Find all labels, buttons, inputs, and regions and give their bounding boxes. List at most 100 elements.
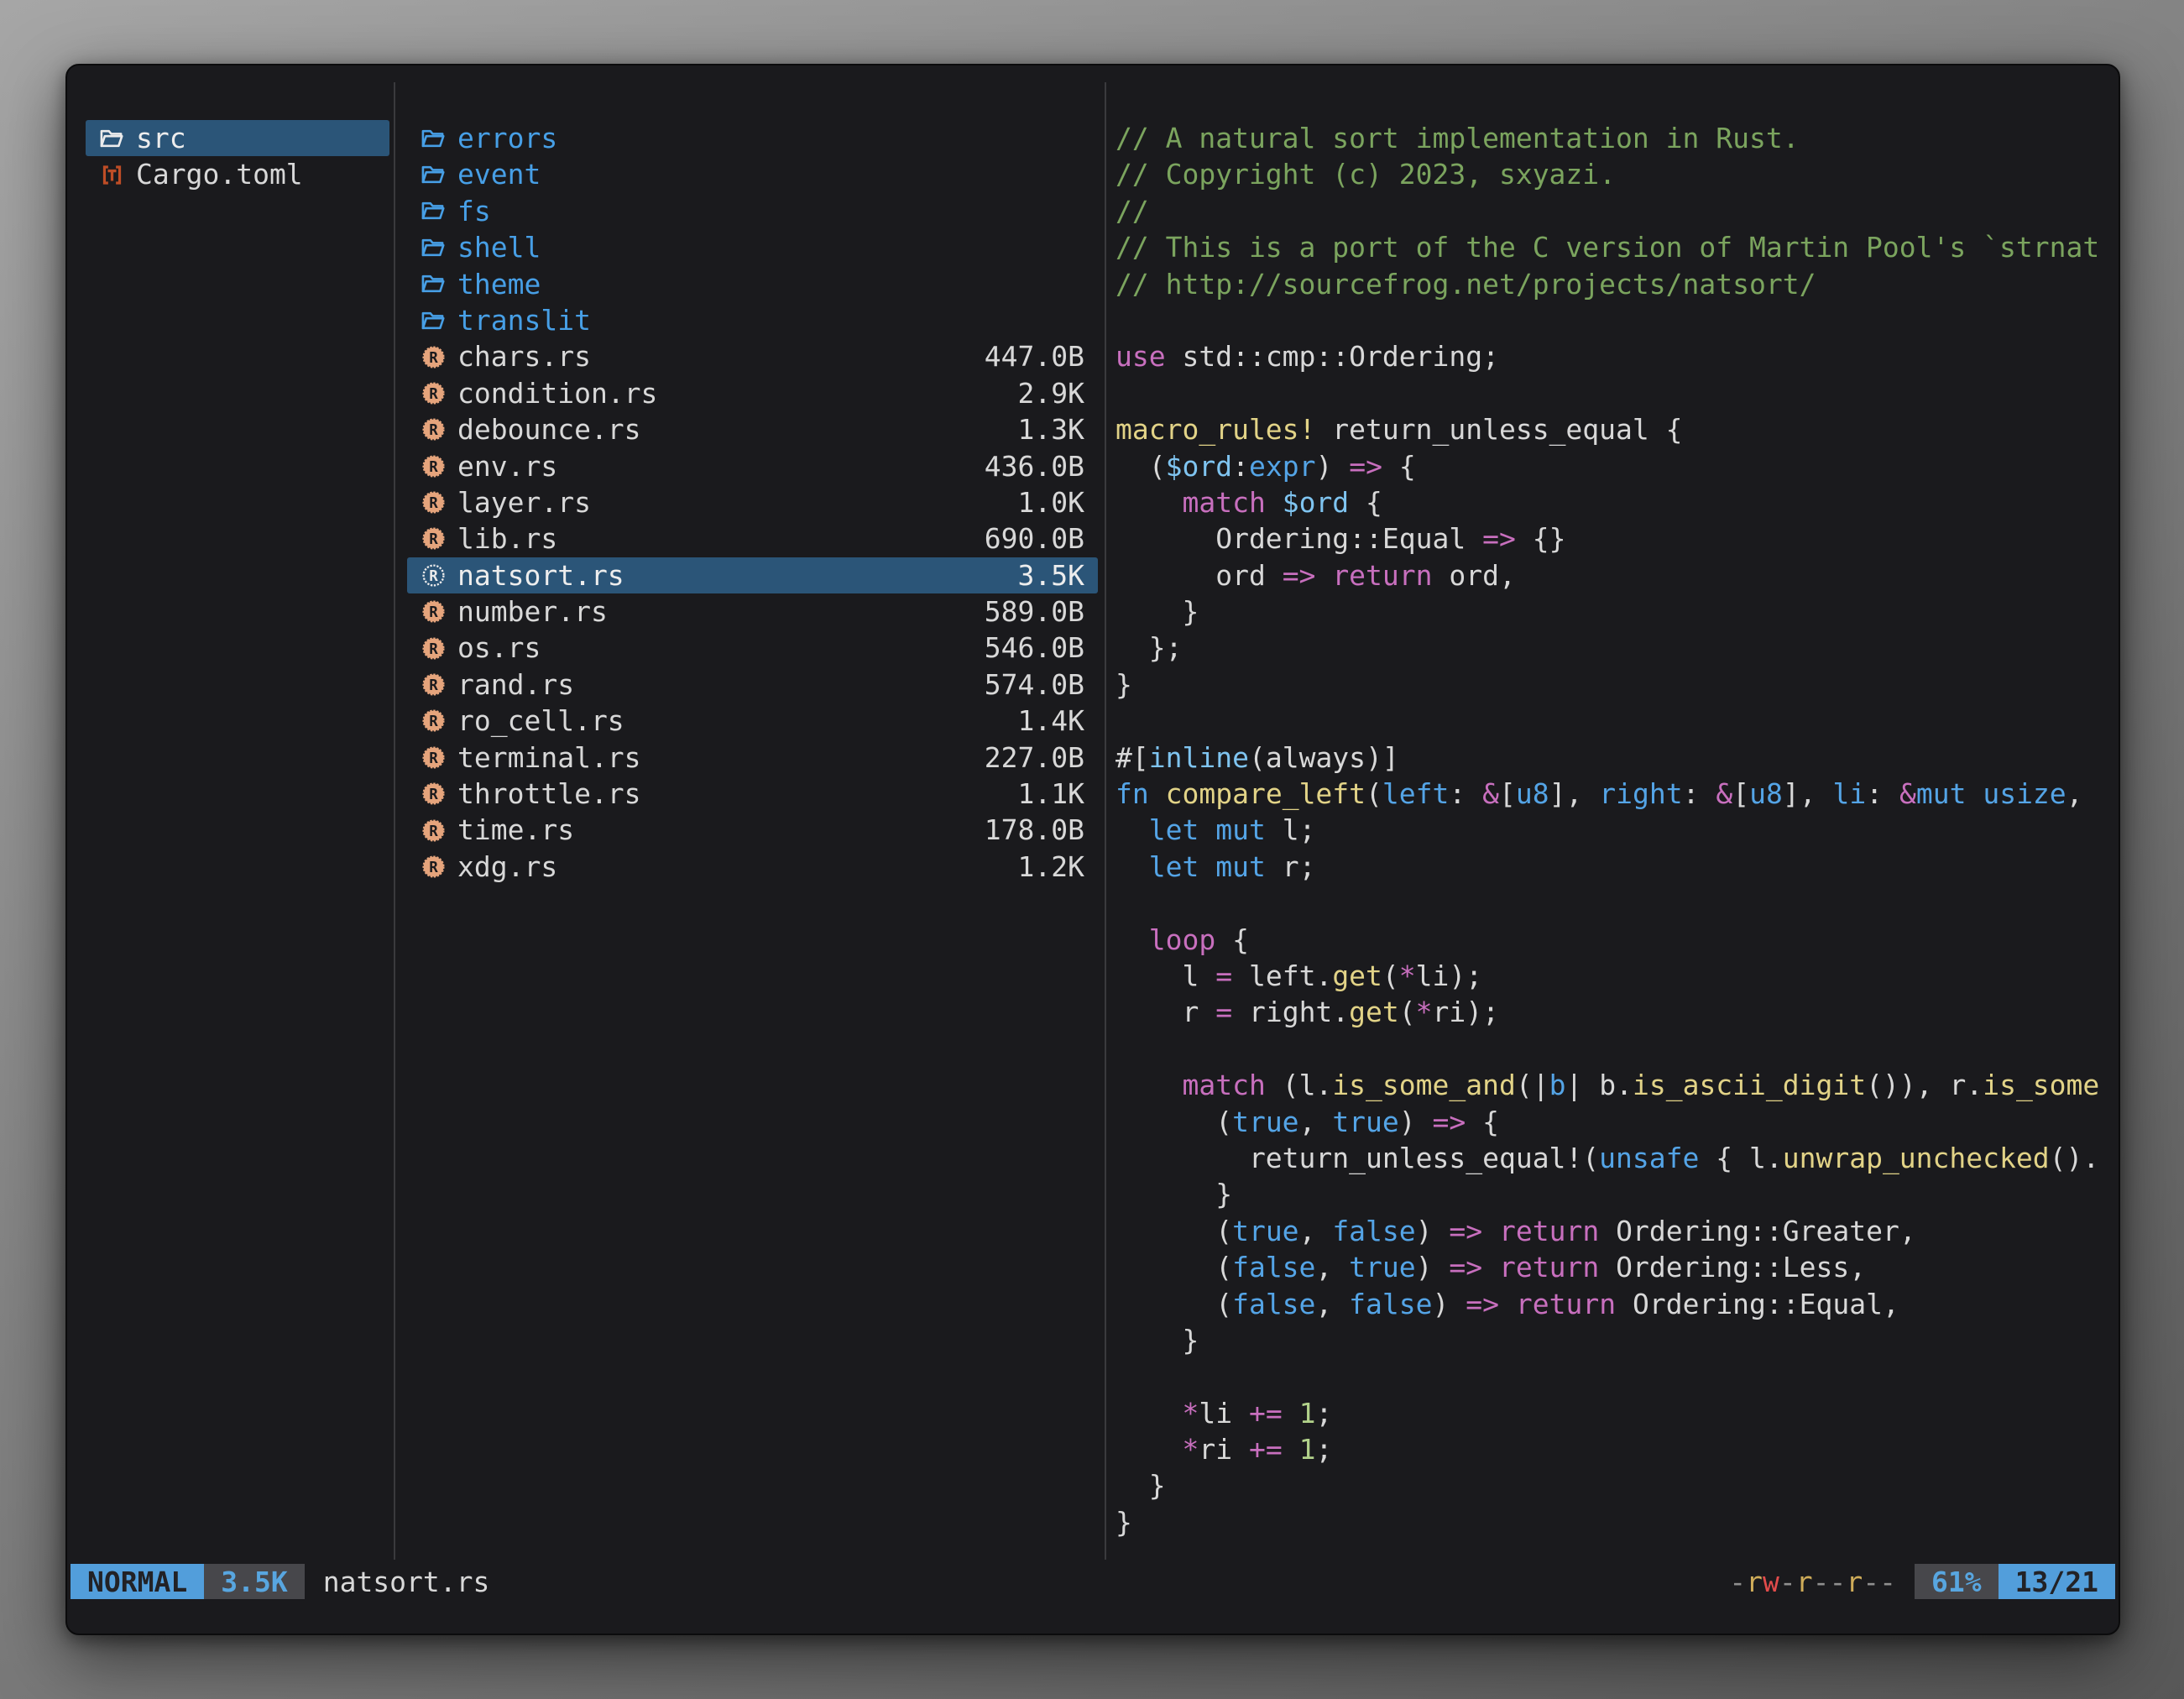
code-line [1116, 885, 2119, 921]
code-line: (true, false) => return Ordering::Greate… [1116, 1213, 2119, 1249]
file-row[interactable]: Rtime.rs 178.0B [407, 812, 1098, 848]
code-line: }; [1116, 630, 2119, 666]
dir-row[interactable]: shell [407, 229, 1098, 265]
svg-text:R: R [429, 714, 438, 730]
code-line: // This is a port of the C version of Ma… [1116, 229, 2119, 265]
folder-open-icon [421, 162, 446, 187]
code-line: (true, true) => { [1116, 1104, 2119, 1140]
svg-text:R: R [429, 860, 438, 876]
file-name: chars.rs [457, 338, 591, 374]
code-line: (false, false) => return Ordering::Equal… [1116, 1286, 2119, 1322]
svg-text:R: R [429, 677, 438, 694]
file-name: layer.rs [457, 484, 591, 520]
toml-icon [99, 162, 124, 187]
rust-file-icon: R [421, 344, 446, 369]
rust-file-icon: R [421, 635, 446, 661]
dir-row[interactable]: event [407, 156, 1098, 192]
file-name: debounce.rs [457, 411, 641, 447]
code-line [1116, 302, 2119, 338]
file-size: 227.0B [985, 740, 1084, 776]
file-name: throttle.rs [457, 776, 641, 812]
code-line [1116, 703, 2119, 739]
file-name: terminal.rs [457, 740, 641, 776]
file-row[interactable]: Rro_cell.rs1.4K [407, 703, 1098, 739]
svg-text:R: R [429, 568, 438, 585]
code-line: (false, true) => return Ordering::Less, [1116, 1249, 2119, 1285]
svg-text:R: R [429, 422, 438, 439]
file-size: 1.2K [1018, 849, 1084, 885]
file-name: errors [457, 120, 557, 156]
file-row[interactable]: Renv.rs 436.0B [407, 448, 1098, 484]
code-line [1116, 1358, 2119, 1394]
dir-row[interactable]: errors [407, 120, 1098, 156]
file-name: Cargo.toml [136, 156, 303, 192]
code-line: } [1116, 1504, 2119, 1540]
code-line: // [1116, 193, 2119, 229]
terminal-window: srcCargo.toml errorseventfsshellthemetra… [65, 64, 2120, 1635]
code-line [1116, 375, 2119, 411]
rust-file-icon: R [421, 380, 446, 405]
code-line: // A natural sort implementation in Rust… [1116, 120, 2119, 156]
svg-text:R: R [429, 495, 438, 512]
mode-badge: NORMAL [71, 1564, 204, 1599]
file-size: 178.0B [985, 812, 1084, 848]
dir-row[interactable]: fs [407, 193, 1098, 229]
file-name: fs [457, 193, 491, 229]
folder-open-icon [421, 198, 446, 223]
file-size: 1.0K [1018, 484, 1084, 520]
rust-file-icon: R [421, 782, 446, 807]
svg-text:R: R [429, 349, 438, 366]
code-line: } [1116, 1176, 2119, 1212]
rust-file-icon: R [421, 417, 446, 442]
file-row[interactable]: Rdebounce.rs1.3K [407, 411, 1098, 447]
rust-file-icon: R [421, 745, 446, 770]
file-size: 436.0B [985, 448, 1084, 484]
svg-text:R: R [429, 458, 438, 475]
code-line: return_unless_equal!(unsafe { l.unwrap_u… [1116, 1140, 2119, 1176]
file-row[interactable]: Rlayer.rs 1.0K [407, 484, 1098, 520]
code-line: } [1116, 593, 2119, 630]
file-row[interactable]: Rchars.rs 447.0B [407, 338, 1098, 374]
file-name: time.rs [457, 812, 574, 848]
dir-row[interactable]: translit [407, 302, 1098, 338]
file-row[interactable]: Ros.rs546.0B [407, 630, 1098, 666]
code-line: #[inline(always)] [1116, 740, 2119, 776]
file-name: theme [457, 266, 541, 302]
code-line: r = right.get(*ri); [1116, 994, 2119, 1030]
file-name: natsort.rs [457, 557, 624, 593]
file-name: translit [457, 302, 591, 338]
dir-row[interactable]: src [86, 120, 389, 156]
svg-text:R: R [429, 531, 438, 548]
code-line [1116, 1031, 2119, 1067]
file-row[interactable]: Rnatsort.rs3.5K [407, 557, 1098, 593]
file-name: env.rs [457, 448, 557, 484]
file-row[interactable]: Rxdg.rs1.2K [407, 849, 1098, 885]
dir-row[interactable]: theme [407, 266, 1098, 302]
file-name: condition.rs [457, 375, 657, 411]
rust-file-icon: R [421, 490, 446, 515]
file-row[interactable]: Rcondition.rs 2.9K [407, 375, 1098, 411]
file-name: lib.rs [457, 520, 557, 557]
rust-file-icon: R [421, 599, 446, 625]
file-size: 2.9K [1018, 375, 1084, 411]
file-row[interactable]: Rterminal.rs 227.0B [407, 740, 1098, 776]
status-filename: natsort.rs [323, 1564, 490, 1599]
svg-text:R: R [429, 640, 438, 657]
parent-pane: srcCargo.toml [86, 120, 389, 193]
code-line: match $ord { [1116, 484, 2119, 520]
file-size-badge: 3.5K [204, 1564, 304, 1599]
code-line: *li += 1; [1116, 1395, 2119, 1431]
svg-text:R: R [429, 386, 438, 403]
svg-text:R: R [429, 823, 438, 839]
file-row[interactable]: Cargo.toml [86, 156, 389, 192]
code-line: ord => return ord, [1116, 557, 2119, 593]
rust-file-icon: R [421, 562, 446, 588]
cursor-position-badge: 13/21 [1999, 1564, 2115, 1599]
file-row[interactable]: Rnumber.rs589.0B [407, 593, 1098, 630]
file-row[interactable]: Rlib.rs690.0B [407, 520, 1098, 557]
file-size: 447.0B [985, 338, 1084, 374]
file-row[interactable]: Rthrottle.rs1.1K [407, 776, 1098, 812]
rust-file-icon: R [421, 708, 446, 734]
folder-open-icon [421, 271, 446, 296]
file-row[interactable]: Rrand.rs574.0B [407, 667, 1098, 703]
